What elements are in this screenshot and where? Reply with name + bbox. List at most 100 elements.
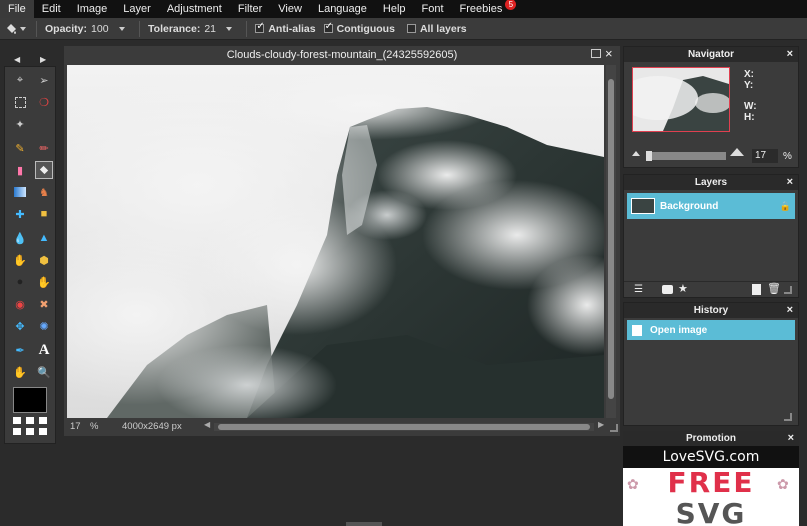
layer-thumbnail (631, 198, 655, 214)
menu-edit[interactable]: Edit (34, 0, 69, 18)
tools-collapse-left-icon[interactable]: ◀ (14, 55, 20, 64)
type-icon[interactable]: A (35, 341, 53, 359)
alllayers-checkbox[interactable] (406, 24, 416, 33)
gradient-icon[interactable] (11, 183, 29, 201)
restore-window-icon[interactable] (591, 49, 601, 58)
navigator-zoom-input[interactable]: 17 (752, 149, 778, 163)
tolerance-label: Tolerance: (148, 22, 201, 35)
vertical-scroll-thumb[interactable] (608, 79, 614, 399)
promotion-close-icon[interactable]: × (788, 431, 794, 446)
nav-h-label: H: (744, 112, 755, 123)
promotion-banner[interactable]: LoveSVG.com FREE SVG ✿ ✿ (623, 446, 799, 526)
bucket-tool-icon (4, 22, 18, 36)
tolerance-dropdown-icon[interactable] (226, 26, 233, 31)
horizontal-scrollbar[interactable] (214, 423, 594, 431)
delete-layer-icon[interactable]: 🗑 (767, 282, 781, 295)
move-icon[interactable]: ➢ (35, 71, 53, 89)
opacity-dropdown-icon[interactable] (119, 26, 126, 31)
hand-icon[interactable]: ✋ (11, 363, 29, 381)
background-swatch-grid[interactable] (13, 417, 49, 437)
contiguous-checkbox[interactable] (323, 21, 333, 33)
navigator-zoom-slider[interactable] (646, 151, 726, 161)
navigator-thumbnail[interactable] (632, 67, 730, 132)
lasso-icon[interactable]: ❍ (35, 93, 53, 111)
foreground-color-swatch[interactable] (13, 387, 47, 413)
tools-collapse-right-icon[interactable]: ▶ (40, 55, 46, 64)
menu-file[interactable]: File (0, 0, 34, 18)
nav-w-label: W: (744, 101, 757, 112)
crop-icon[interactable]: ⌖ (11, 71, 29, 89)
stamp-icon[interactable]: ♞ (35, 183, 53, 201)
menu-filter[interactable]: Filter (230, 0, 270, 18)
pinch-icon[interactable]: ✺ (35, 317, 53, 335)
layers-panel: Layers × Background 🔒 ☰ ★ 🗑 (623, 174, 799, 298)
menu-adjustment[interactable]: Adjustment (159, 0, 230, 18)
horizontal-scroll-thumb[interactable] (218, 424, 590, 430)
spot-heal-icon[interactable]: ✖ (35, 295, 53, 313)
zoom-in-mountain-icon[interactable] (730, 148, 744, 156)
tolerance-input[interactable]: 21 (204, 23, 224, 35)
eraser-icon[interactable]: ▮ (11, 161, 29, 179)
menu-view[interactable]: View (270, 0, 310, 18)
zoom-icon[interactable]: 🔍 (35, 363, 53, 381)
layer-lock-icon: 🔒 (779, 200, 791, 211)
menu-language[interactable]: Language (310, 0, 375, 18)
close-document-icon[interactable]: × (605, 46, 613, 61)
navigator-close-icon[interactable]: × (787, 47, 793, 62)
blur-icon[interactable]: 💧 (11, 229, 29, 247)
layer-settings-icon[interactable]: ☰ (634, 284, 643, 295)
new-layer-icon[interactable] (752, 284, 761, 295)
menu-layer[interactable]: Layer (115, 0, 159, 18)
color-picker-icon[interactable]: ✒ (11, 341, 29, 359)
image-canvas[interactable] (67, 65, 604, 418)
document-window: Clouds-cloudy-forest-mountain_(243255926… (64, 46, 620, 436)
scroll-left-icon[interactable]: ◀ (204, 420, 210, 429)
layers-close-icon[interactable]: × (787, 175, 793, 190)
resize-grip-icon[interactable] (610, 424, 618, 432)
drawing-icon[interactable]: ■ (35, 205, 53, 223)
brush-icon[interactable]: ✏ (35, 139, 53, 157)
contiguous-label: Contiguous (336, 22, 395, 35)
promotion-title: Promotion (686, 433, 736, 444)
history-resize-icon[interactable] (784, 413, 792, 421)
antialias-checkbox[interactable] (255, 21, 265, 33)
layers-resize-icon[interactable] (784, 286, 792, 294)
red-eye-icon[interactable]: ◉ (11, 295, 29, 313)
dodge-icon[interactable]: ● (11, 273, 29, 291)
marquee-icon[interactable] (11, 93, 29, 111)
smudge-icon[interactable]: ✋ (11, 251, 29, 269)
color-replace-icon[interactable]: ✚ (11, 205, 29, 223)
layer-row[interactable]: Background 🔒 (627, 193, 795, 219)
freebies-badge: 5 (505, 0, 517, 10)
navigator-zoom-unit: % (783, 151, 792, 162)
layer-mask-icon[interactable] (662, 285, 673, 294)
menu-font[interactable]: Font (414, 0, 452, 18)
zoom-out-mountain-icon[interactable] (632, 151, 640, 156)
bloat-icon[interactable]: ✥ (11, 317, 29, 335)
history-row[interactable]: Open image (627, 320, 795, 340)
navigator-zoom-handle[interactable] (646, 151, 652, 161)
zoom-value[interactable]: 17 (70, 421, 81, 432)
promo-subline: SVG (675, 497, 747, 526)
sponge-icon[interactable]: ⬢ (35, 251, 53, 269)
burn-icon[interactable]: ✋ (35, 273, 53, 291)
history-close-icon[interactable]: × (787, 303, 793, 318)
history-title: History (693, 305, 729, 316)
layer-styles-icon[interactable]: ★ (678, 282, 688, 295)
bucket-fill-icon[interactable] (35, 161, 53, 179)
bottom-tab-indicator[interactable] (346, 522, 382, 526)
history-header: History × (624, 303, 798, 318)
tool-preset-dropdown-icon[interactable] (20, 26, 26, 31)
menu-help[interactable]: Help (375, 0, 414, 18)
scroll-right-icon[interactable]: ▶ (598, 420, 604, 429)
magic-wand-icon[interactable]: ✦ (11, 115, 29, 133)
opacity-input[interactable]: 100 (91, 23, 117, 35)
sharpen-icon[interactable]: ▲ (35, 229, 53, 247)
menu-freebies[interactable]: Freebies 5 (452, 0, 517, 18)
menu-image[interactable]: Image (69, 0, 116, 18)
navigator-title: Navigator (687, 49, 735, 60)
pencil-icon[interactable]: ✎ (11, 139, 29, 157)
vertical-scrollbar[interactable] (606, 65, 616, 418)
mountain-photo (67, 65, 604, 418)
document-title: Clouds-cloudy-forest-mountain_(243255926… (226, 49, 458, 61)
